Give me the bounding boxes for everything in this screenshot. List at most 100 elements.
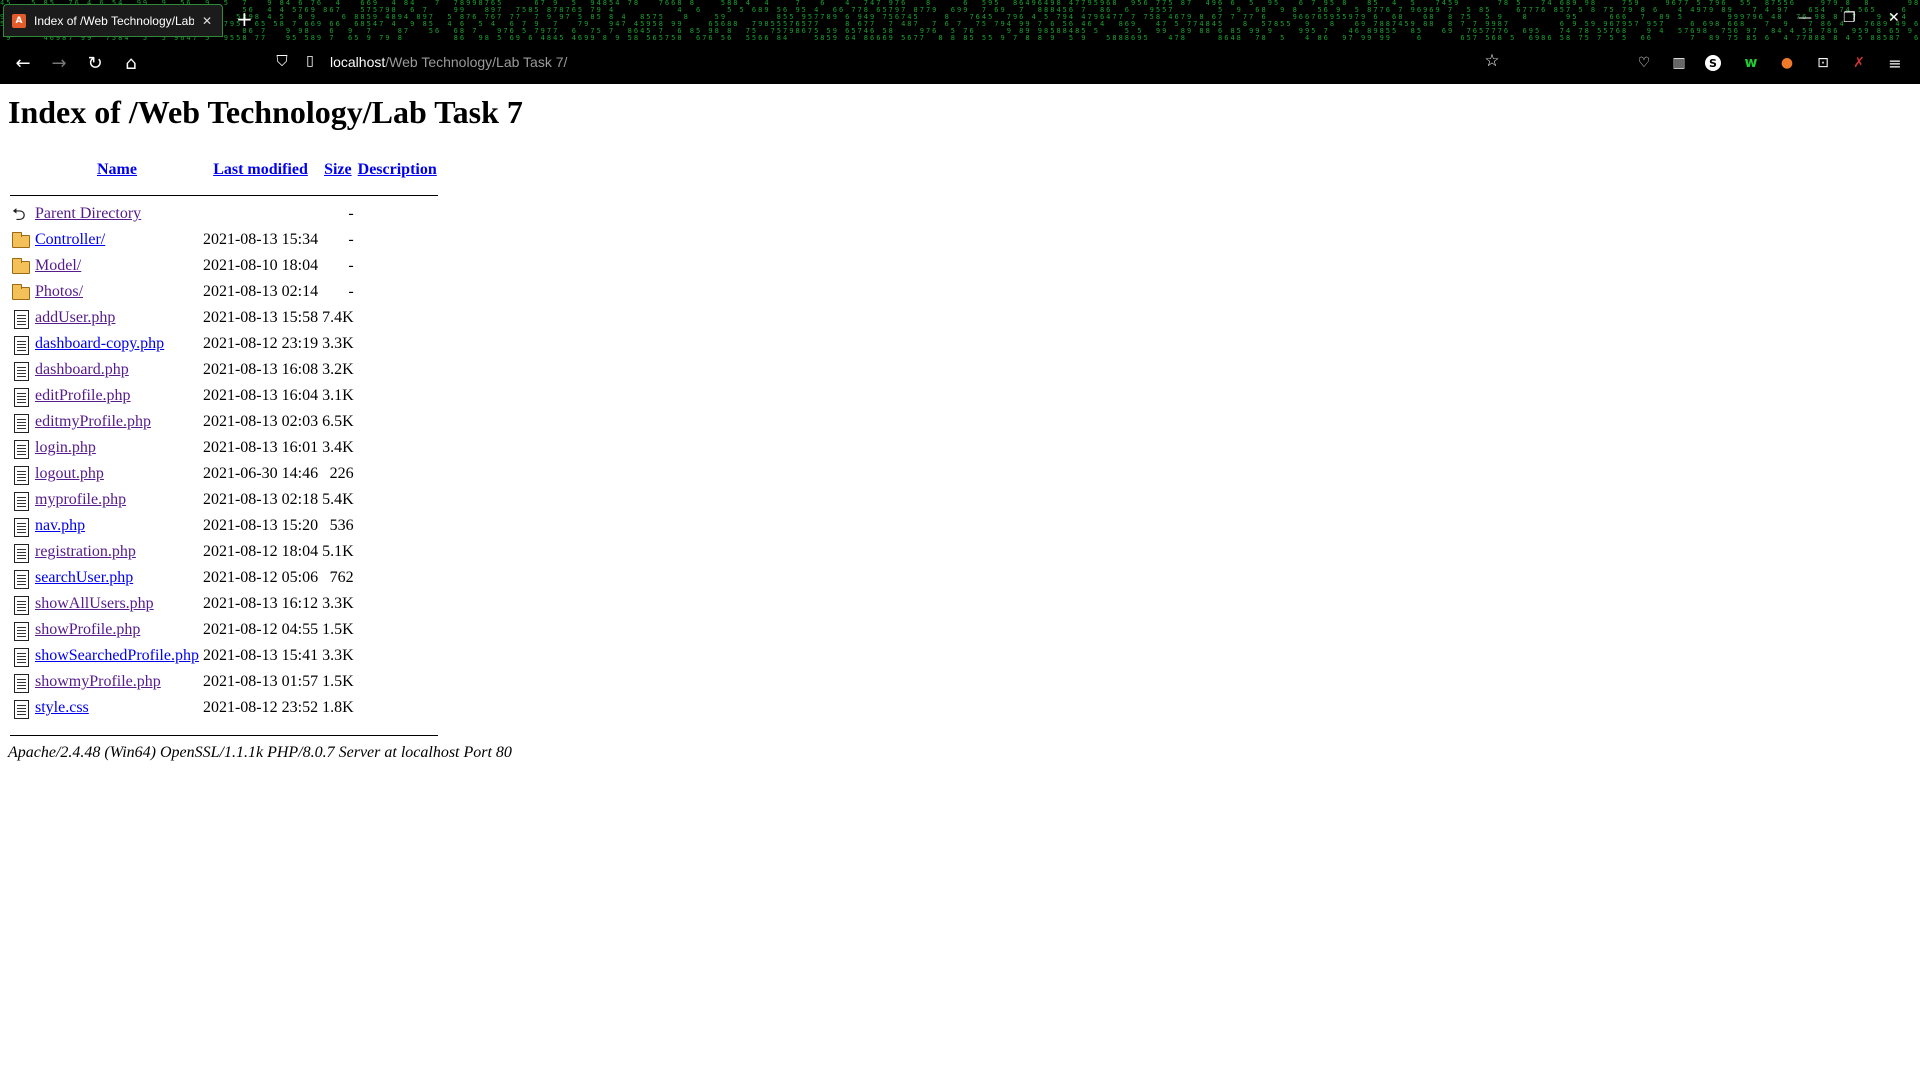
window-close-icon[interactable]: ✕ — [1888, 10, 1900, 26]
file-icon — [10, 672, 32, 696]
name-cell[interactable]: addUser.php — [34, 308, 200, 332]
file-link[interactable]: dashboard.php — [35, 361, 129, 378]
apache-favicon-icon: A — [12, 13, 26, 28]
name-cell[interactable]: logout.php — [34, 464, 200, 488]
file-link[interactable]: login.php — [35, 439, 96, 456]
menu-hamburger-icon[interactable]: ≡ — [1885, 53, 1905, 73]
name-cell[interactable]: searchUser.php — [34, 568, 200, 592]
file-icon — [10, 594, 32, 618]
table-header-row: Name Last modified Size Description — [10, 158, 438, 182]
name-cell[interactable]: showAllUsers.php — [34, 594, 200, 618]
size-cell: 3.3K — [322, 335, 354, 352]
page-content: Index of /Web Technology/Lab Task 7 Name… — [0, 84, 1920, 1080]
file-link[interactable]: myprofile.php — [35, 491, 126, 508]
file-link[interactable]: searchUser.php — [35, 569, 133, 586]
file-link[interactable]: showmyProfile.php — [35, 673, 161, 690]
file-link[interactable]: showProfile.php — [35, 621, 140, 638]
folder-link[interactable]: Controller/ — [35, 231, 105, 248]
name-cell[interactable]: myprofile.php — [34, 490, 200, 514]
size-cell: 3.2K — [322, 361, 354, 378]
sort-by-name-link[interactable]: Name — [97, 161, 137, 178]
extension-w-icon[interactable]: w — [1741, 53, 1761, 73]
close-tab-icon[interactable]: ✕ — [202, 14, 212, 28]
extension-tools-icon[interactable]: ✗ — [1849, 53, 1869, 73]
home-icon[interactable]: ⌂ — [119, 51, 143, 75]
url-text[interactable]: localhost/Web Technology/Lab Task 7/ — [330, 54, 567, 70]
folder-link[interactable]: Photos/ — [35, 283, 83, 300]
name-cell[interactable]: dashboard-copy.php — [34, 334, 200, 358]
size-cell: - — [348, 257, 354, 274]
name-cell[interactable]: showProfile.php — [34, 620, 200, 644]
description-cell — [357, 360, 438, 384]
file-link[interactable]: logout.php — [35, 465, 104, 482]
pocket-icon[interactable]: ♡ — [1634, 53, 1654, 73]
table-row: showAllUsers.php 2021-08-13 16:12 3.3K — [10, 594, 438, 618]
description-cell — [357, 516, 438, 540]
name-cell[interactable]: login.php — [34, 438, 200, 462]
file-link[interactable]: showAllUsers.php — [35, 595, 154, 612]
modified-cell: 2021-08-13 16:04 — [202, 387, 319, 404]
extension-s-icon[interactable]: S — [1705, 55, 1721, 71]
tab-title: Index of /Web Technology/Lab Task 7 — [34, 13, 194, 28]
description-cell — [357, 204, 438, 228]
name-cell[interactable]: showmyProfile.php — [34, 672, 200, 696]
description-cell — [357, 568, 438, 592]
description-cell — [357, 464, 438, 488]
header-modified[interactable]: Last modified — [202, 158, 319, 182]
reader-sidebar-icon[interactable]: ▥ — [1669, 53, 1689, 73]
file-link[interactable]: addUser.php — [35, 309, 115, 326]
modified-cell: 2021-08-12 23:19 — [202, 335, 319, 352]
back-icon: ⮌ — [12, 205, 26, 225]
file-icon — [10, 568, 32, 592]
name-cell[interactable]: editProfile.php — [34, 386, 200, 410]
description-cell — [357, 282, 438, 306]
name-cell[interactable]: dashboard.php — [34, 360, 200, 384]
name-cell[interactable]: Photos/ — [34, 282, 200, 306]
forward-arrow-icon[interactable]: → — [47, 51, 71, 75]
file-icon — [10, 542, 32, 566]
parent-directory-link[interactable]: Parent Directory — [35, 205, 141, 222]
name-cell[interactable]: Parent Directory — [34, 204, 200, 228]
name-cell[interactable]: showSearchedProfile.php — [34, 646, 200, 670]
file-link[interactable]: editmyProfile.php — [35, 413, 151, 430]
tab-active[interactable]: A Index of /Web Technology/Lab Task 7 ✕ — [3, 4, 223, 37]
modified-cell: 2021-08-13 16:12 — [202, 595, 319, 612]
name-cell[interactable]: Controller/ — [34, 230, 200, 254]
bookmark-star-icon[interactable]: ☆ — [1480, 49, 1504, 73]
reload-icon[interactable]: ↻ — [83, 51, 107, 75]
table-row: editProfile.php 2021-08-13 16:04 3.1K — [10, 386, 438, 410]
sort-by-description-link[interactable]: Description — [358, 161, 437, 178]
file-link[interactable]: registration.php — [35, 543, 136, 560]
modified-cell: 2021-08-13 15:58 — [202, 309, 319, 326]
name-cell[interactable]: style.css — [34, 698, 200, 722]
name-cell[interactable]: editmyProfile.php — [34, 412, 200, 436]
file-link[interactable]: dashboard-copy.php — [35, 335, 164, 352]
address-bar[interactable]: ⛉ ▯ localhost/Web Technology/Lab Task 7/… — [270, 47, 1500, 77]
sort-by-modified-link[interactable]: Last modified — [213, 161, 308, 178]
back-arrow-icon[interactable]: ← — [11, 51, 35, 75]
extension-glasses-icon[interactable]: ⊡ — [1813, 53, 1833, 73]
header-size[interactable]: Size — [321, 158, 355, 182]
folder-link[interactable]: Model/ — [35, 257, 81, 274]
name-cell[interactable]: Model/ — [34, 256, 200, 280]
file-link[interactable]: style.css — [35, 699, 89, 716]
header-description[interactable]: Description — [357, 158, 438, 182]
file-link[interactable]: editProfile.php — [35, 387, 131, 404]
minimize-icon[interactable]: — — [1798, 10, 1812, 26]
table-row: Photos/2021-08-13 02:14 - — [10, 282, 438, 306]
sort-by-size-link[interactable]: Size — [324, 161, 352, 178]
modified-cell: 2021-08-12 05:06 — [202, 569, 319, 586]
page-info-icon[interactable]: ▯ — [298, 49, 322, 73]
modified-cell: 2021-08-13 02:03 — [202, 413, 319, 430]
divider — [10, 184, 438, 202]
name-cell[interactable]: registration.php — [34, 542, 200, 566]
restore-icon[interactable]: ❐ — [1843, 10, 1856, 26]
new-tab-icon[interactable]: + — [236, 9, 253, 29]
name-cell[interactable]: nav.php — [34, 516, 200, 540]
shield-icon[interactable]: ⛉ — [270, 49, 294, 73]
extension-fox-icon[interactable]: ● — [1777, 53, 1797, 73]
file-link[interactable]: nav.php — [35, 517, 85, 534]
file-icon — [10, 490, 32, 514]
file-link[interactable]: showSearchedProfile.php — [35, 647, 199, 664]
header-name[interactable]: Name — [34, 158, 200, 182]
